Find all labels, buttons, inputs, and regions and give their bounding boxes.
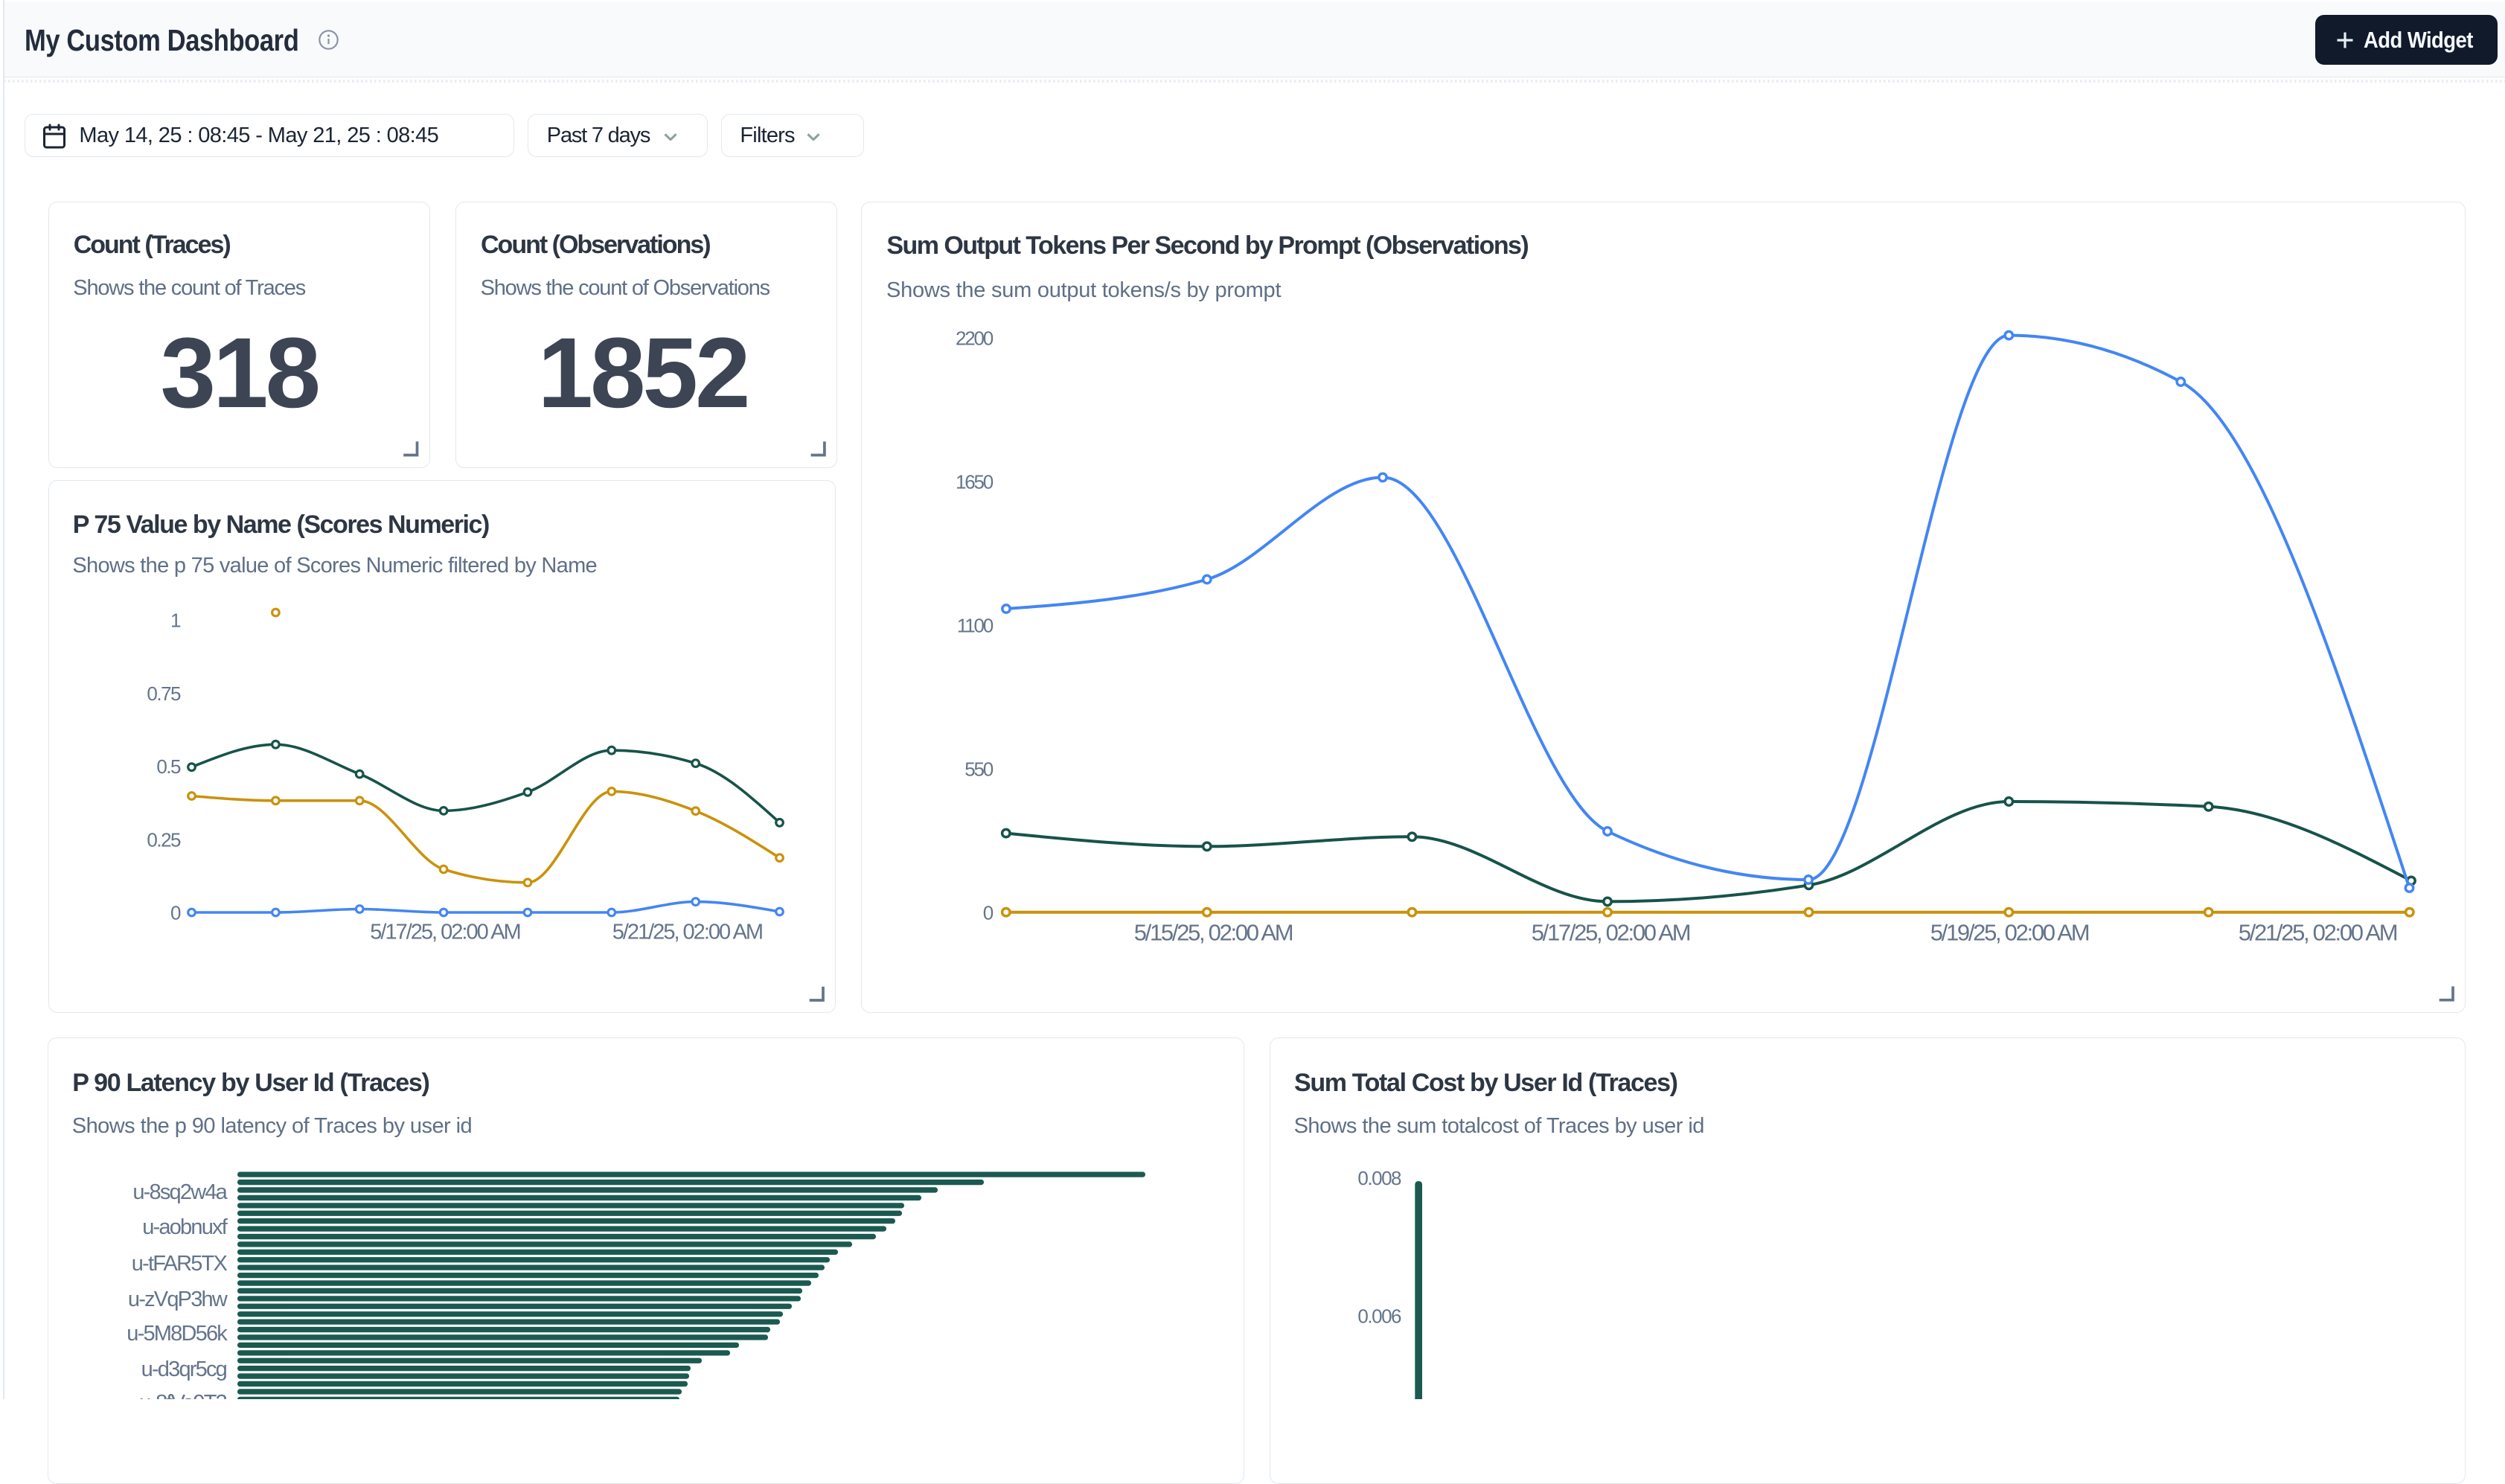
svg-text:0.008: 0.008 (1357, 1167, 1401, 1189)
svg-text:1650: 1650 (956, 471, 994, 493)
svg-text:5/17/25, 02:00 AM: 5/17/25, 02:00 AM (1532, 919, 1690, 945)
svg-text:0.25: 0.25 (147, 828, 181, 851)
svg-text:u-d3qr5cg: u-d3qr5cg (141, 1357, 227, 1381)
svg-text:0.75: 0.75 (147, 682, 181, 705)
svg-text:5/21/25, 02:00 AM: 5/21/25, 02:00 AM (2239, 919, 2397, 945)
svg-text:0.006: 0.006 (1357, 1305, 1401, 1328)
svg-text:2200: 2200 (956, 327, 994, 350)
svg-text:5/21/25, 02:00 AM: 5/21/25, 02:00 AM (612, 920, 762, 944)
svg-text:u-zVqP3hw: u-zVqP3hw (128, 1288, 228, 1311)
svg-text:u-5M8D56k: u-5M8D56k (127, 1322, 228, 1346)
svg-text:u-aobnuxf: u-aobnuxf (142, 1215, 228, 1239)
svg-text:u-tFAR5TX: u-tFAR5TX (132, 1252, 228, 1276)
svg-text:1: 1 (170, 610, 181, 632)
svg-text:0: 0 (983, 902, 994, 924)
svg-text:u-8fVa9T3: u-8fVa9T3 (139, 1391, 227, 1399)
svg-text:0.5: 0.5 (156, 755, 181, 778)
svg-text:550: 550 (964, 758, 994, 781)
svg-text:0: 0 (170, 902, 181, 924)
svg-text:5/19/25, 02:00 AM: 5/19/25, 02:00 AM (1930, 919, 2089, 945)
svg-text:5/15/25, 02:00 AM: 5/15/25, 02:00 AM (1134, 919, 1293, 945)
svg-text:u-8sq2w4a: u-8sq2w4a (132, 1180, 228, 1204)
svg-text:1100: 1100 (957, 615, 994, 637)
svg-text:5/17/25, 02:00 AM: 5/17/25, 02:00 AM (370, 920, 519, 944)
